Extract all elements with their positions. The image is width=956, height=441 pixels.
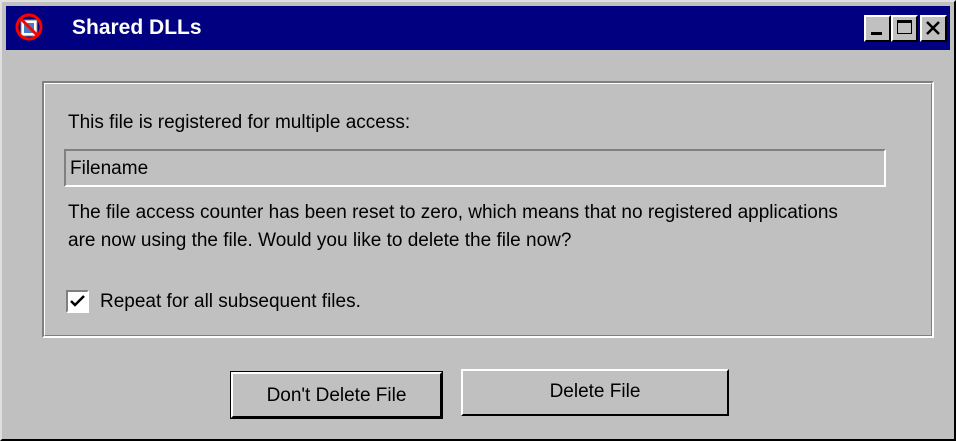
delete-file-button[interactable]: Delete File (461, 369, 729, 416)
title-bar[interactable]: Shared DLLs (6, 6, 950, 50)
delete-file-label: Delete File (549, 381, 641, 402)
filename-field: Filename (64, 149, 886, 187)
dont-delete-file-button[interactable]: Don't Delete File (230, 371, 443, 419)
close-icon (926, 21, 940, 35)
message-text: The file access counter has been reset t… (68, 202, 838, 251)
repeat-checkbox-label[interactable]: Repeat for all subsequent files. (100, 289, 361, 315)
minimize-icon (871, 32, 882, 35)
checkmark-icon (70, 295, 85, 307)
window-title: Shared DLLs (72, 16, 202, 39)
close-button[interactable] (920, 15, 947, 42)
maximize-button[interactable] (891, 15, 918, 42)
minimize-button[interactable] (864, 15, 891, 42)
no-entry-icon (14, 12, 44, 42)
dont-delete-file-label: Don't Delete File (266, 385, 407, 406)
prompt-text: This file is registered for multiple acc… (68, 112, 411, 133)
maximize-icon (897, 20, 912, 34)
repeat-checkbox[interactable] (66, 290, 89, 313)
